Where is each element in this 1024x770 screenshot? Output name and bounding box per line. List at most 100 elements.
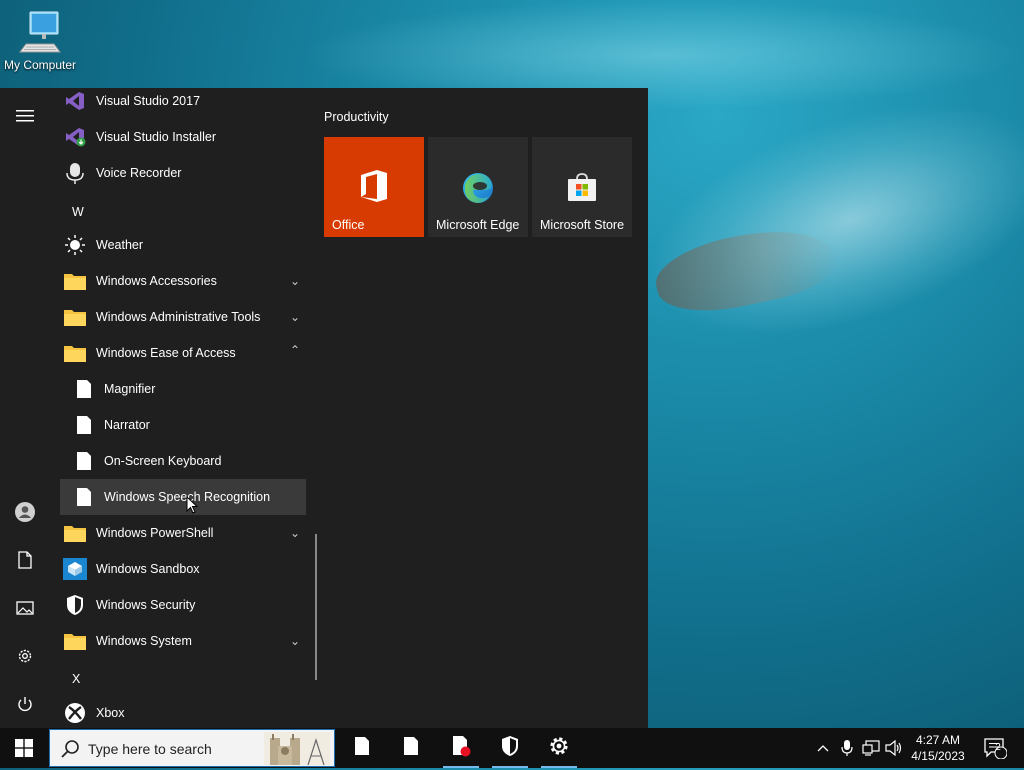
action-center-button[interactable]: 2	[980, 728, 1010, 768]
volume-icon[interactable]	[884, 728, 904, 768]
letter-header-x[interactable]: X	[72, 672, 80, 686]
app-visual-studio-installer[interactable]: Visual Studio Installer	[60, 119, 306, 155]
store-bag-icon	[566, 171, 598, 208]
app-xbox[interactable]: Xbox	[60, 695, 306, 728]
clock-time: 4:27 AM	[915, 733, 961, 747]
desktop-icon-my-computer[interactable]: My Computer	[2, 8, 78, 72]
folder-icon	[63, 629, 87, 653]
app-label: Visual Studio Installer	[96, 130, 216, 144]
visual-studio-icon	[63, 89, 87, 113]
app-windows-security[interactable]: Windows Security	[60, 587, 306, 623]
app-label: Windows PowerShell	[96, 526, 214, 540]
app-visual-studio-2017[interactable]: Visual Studio 2017	[60, 88, 306, 119]
microphone-tray-icon[interactable]	[838, 728, 856, 768]
app-narrator[interactable]: Narrator	[60, 407, 306, 443]
office-icon	[359, 169, 389, 208]
app-label: Narrator	[104, 418, 150, 432]
app-voice-recorder[interactable]: Voice Recorder	[60, 155, 306, 191]
taskbar-app-file-1[interactable]	[342, 728, 382, 768]
search-placeholder: Type here to search	[88, 741, 212, 757]
folder-windows-system[interactable]: Windows System ⌄	[60, 623, 306, 659]
file-icon	[72, 449, 96, 473]
app-label: Magnifier	[104, 382, 156, 396]
settings-gear-icon	[548, 735, 570, 762]
clock-date: 4/15/2023	[911, 749, 965, 763]
app-magnifier[interactable]: Magnifier	[60, 371, 306, 407]
folder-windows-accessories[interactable]: Windows Accessories ⌄	[60, 263, 306, 299]
notification-count-badge: 2	[995, 742, 1001, 753]
microphone-icon	[63, 161, 87, 185]
taskbar-app-recorder[interactable]	[441, 728, 481, 768]
search-highlight-cathedral-icon[interactable]	[264, 732, 330, 766]
app-label: On-Screen Keyboard	[104, 454, 222, 468]
power-icon[interactable]	[13, 692, 37, 716]
taskbar-app-settings[interactable]	[539, 728, 579, 768]
folder-icon	[63, 341, 87, 365]
start-button[interactable]	[0, 728, 48, 768]
app-weather[interactable]: Weather	[60, 227, 306, 263]
search-box[interactable]: Type here to search	[49, 729, 335, 767]
hamburger-menu-icon[interactable]	[13, 104, 37, 128]
letter-header-w[interactable]: W	[72, 205, 84, 219]
file-icon	[403, 736, 419, 761]
tile-group-title[interactable]: Productivity	[324, 110, 389, 124]
tile-microsoft-store[interactable]: Microsoft Store	[532, 137, 632, 237]
shield-icon	[63, 593, 87, 617]
app-label: Windows Administrative Tools	[96, 310, 261, 324]
clock[interactable]: 4:27 AM 4/15/2023	[902, 732, 974, 764]
pictures-icon[interactable]	[13, 596, 37, 620]
chevron-down-icon[interactable]: ⌄	[290, 310, 300, 324]
chevron-down-icon[interactable]: ⌄	[290, 274, 300, 288]
chevron-up-icon[interactable]: ⌃	[290, 343, 300, 357]
app-label: Voice Recorder	[96, 166, 182, 180]
tile-label: Office	[332, 218, 365, 232]
taskbar-app-windows-security[interactable]	[490, 728, 530, 768]
folder-icon	[63, 305, 87, 329]
show-hidden-icons-chevron-up-icon[interactable]	[814, 728, 832, 768]
search-icon	[60, 739, 80, 764]
network-icon[interactable]	[860, 728, 882, 768]
visual-studio-installer-icon	[63, 125, 87, 149]
app-label: Weather	[96, 238, 144, 252]
chevron-down-icon[interactable]: ⌄	[290, 634, 300, 648]
app-label: Windows Ease of Access	[96, 346, 236, 360]
start-rail	[0, 88, 50, 728]
file-record-icon	[450, 735, 472, 762]
settings-gear-icon[interactable]	[13, 644, 37, 668]
app-on-screen-keyboard[interactable]: On-Screen Keyboard	[60, 443, 306, 479]
sandbox-icon	[63, 557, 87, 581]
windows-logo-icon	[15, 739, 33, 757]
app-list[interactable]: Visual Studio 2017 Visual Studio Install…	[50, 88, 320, 728]
tile-office[interactable]: Office	[324, 137, 424, 237]
folder-windows-powershell[interactable]: Windows PowerShell ⌄	[60, 515, 306, 551]
file-icon	[72, 377, 96, 401]
app-label: Visual Studio 2017	[96, 94, 201, 108]
app-windows-sandbox[interactable]: Windows Sandbox	[60, 551, 306, 587]
shield-icon	[500, 735, 520, 762]
app-label: Windows System	[96, 634, 192, 648]
mouse-cursor-icon	[186, 495, 199, 520]
app-label: Windows Sandbox	[96, 562, 200, 576]
app-windows-speech-recognition[interactable]: Windows Speech Recognition	[60, 479, 306, 515]
taskbar: Type here to search 4:27 AM 4/15/2023 2	[0, 728, 1024, 768]
user-account-icon[interactable]	[13, 500, 37, 524]
documents-icon[interactable]	[13, 548, 37, 572]
desktop-icon-label: My Computer	[3, 58, 77, 72]
tile-label: Microsoft Edge	[436, 218, 520, 232]
tile-microsoft-edge[interactable]: Microsoft Edge	[428, 137, 528, 237]
app-list-scrollbar[interactable]	[315, 534, 317, 680]
folder-icon	[63, 269, 87, 293]
app-label: Windows Accessories	[96, 274, 217, 288]
file-icon	[72, 413, 96, 437]
sun-icon	[63, 233, 87, 257]
folder-icon	[63, 521, 87, 545]
xbox-icon	[63, 701, 87, 725]
file-icon	[354, 736, 370, 761]
edge-icon	[461, 171, 495, 210]
folder-windows-administrative-tools[interactable]: Windows Administrative Tools ⌄	[60, 299, 306, 335]
start-menu: Visual Studio 2017 Visual Studio Install…	[0, 88, 648, 728]
app-label: Xbox	[96, 706, 125, 720]
taskbar-app-file-2[interactable]	[391, 728, 431, 768]
chevron-down-icon[interactable]: ⌄	[290, 526, 300, 540]
folder-windows-ease-of-access[interactable]: Windows Ease of Access ⌃	[60, 335, 306, 371]
